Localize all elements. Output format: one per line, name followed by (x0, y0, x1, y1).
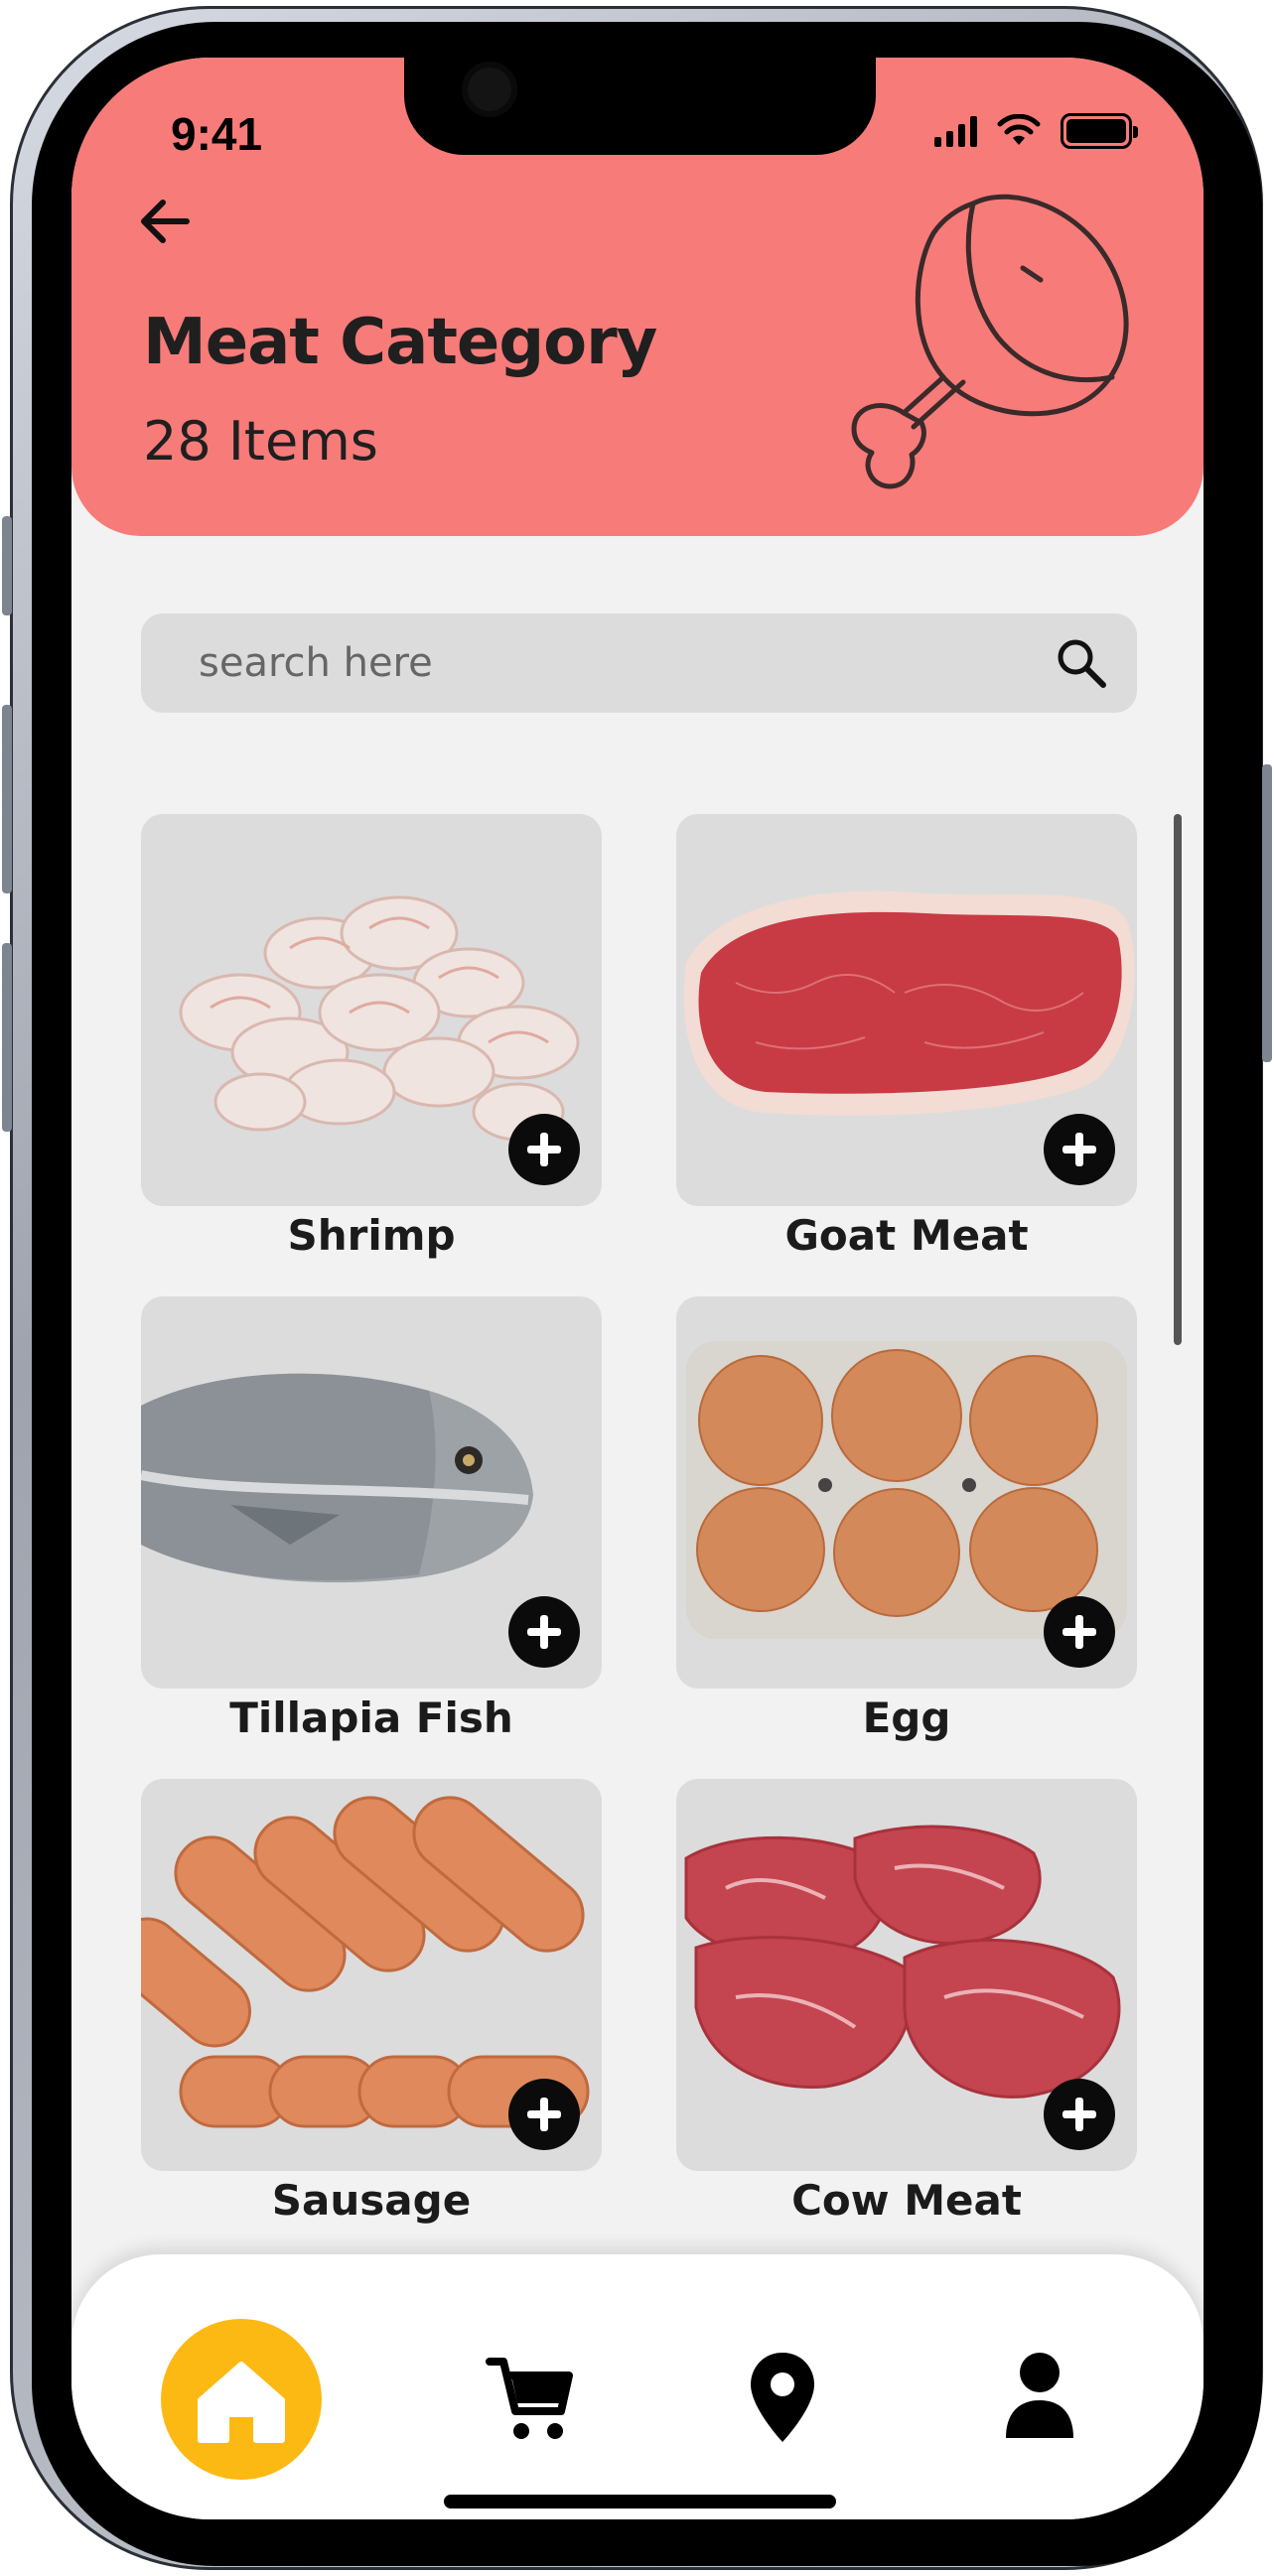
home-indicator (444, 2495, 836, 2508)
location-pin-icon[interactable] (747, 2349, 818, 2448)
cart-icon[interactable] (484, 2354, 575, 2443)
product-name: Shrimp (287, 1211, 456, 1260)
nav-home[interactable] (161, 2319, 322, 2480)
product-name: Tillapia Fish (229, 1694, 513, 1742)
user-icon[interactable] (1000, 2349, 1079, 2440)
search-input[interactable] (199, 633, 993, 693)
product-card[interactable]: Sausage (141, 1779, 602, 2231)
search-icon[interactable] (1054, 635, 1109, 691)
device-notch (404, 58, 876, 155)
cellular-signal-icon (934, 115, 977, 147)
back-arrow-icon[interactable] (131, 187, 201, 256)
add-to-cart-button[interactable] (1044, 2079, 1115, 2150)
add-to-cart-button[interactable] (508, 2079, 580, 2150)
page-title: Meat Category (143, 306, 657, 379)
front-camera (462, 62, 517, 117)
status-time: 9:41 (171, 108, 263, 160)
product-card[interactable]: Shrimp (141, 814, 602, 1266)
volume-down-button (2, 943, 12, 1132)
search-bar (141, 613, 1137, 713)
product-card[interactable]: Cow Meat (676, 1779, 1137, 2231)
product-card[interactable]: Tillapia Fish (141, 1296, 602, 1748)
product-card[interactable]: Goat Meat (676, 814, 1137, 1266)
battery-icon (1061, 113, 1138, 149)
scrollbar[interactable] (1174, 814, 1182, 1345)
silent-switch (2, 516, 12, 615)
add-to-cart-button[interactable] (508, 1596, 580, 1668)
product-name: Egg (862, 1694, 951, 1742)
product-name: Goat Meat (784, 1211, 1029, 1260)
product-name: Cow Meat (791, 2176, 1022, 2225)
status-icons (934, 113, 1138, 149)
item-count: 28 Items (143, 410, 378, 473)
add-to-cart-button[interactable] (508, 1114, 580, 1185)
add-to-cart-button[interactable] (1044, 1596, 1115, 1668)
power-button (1262, 764, 1272, 1062)
volume-up-button (2, 705, 12, 893)
product-card[interactable]: Egg (676, 1296, 1137, 1748)
product-name: Sausage (271, 2176, 472, 2225)
category-header: 9:41 Meat Category 28 Items (71, 58, 1203, 536)
wifi-icon (997, 114, 1041, 145)
add-to-cart-button[interactable] (1044, 1114, 1115, 1185)
app-screen: 9:41 Meat Category 28 Items search here … (71, 58, 1203, 2519)
bottom-nav (71, 2254, 1203, 2519)
home-icon (198, 2362, 285, 2443)
meat-leg-icon (851, 194, 1129, 489)
